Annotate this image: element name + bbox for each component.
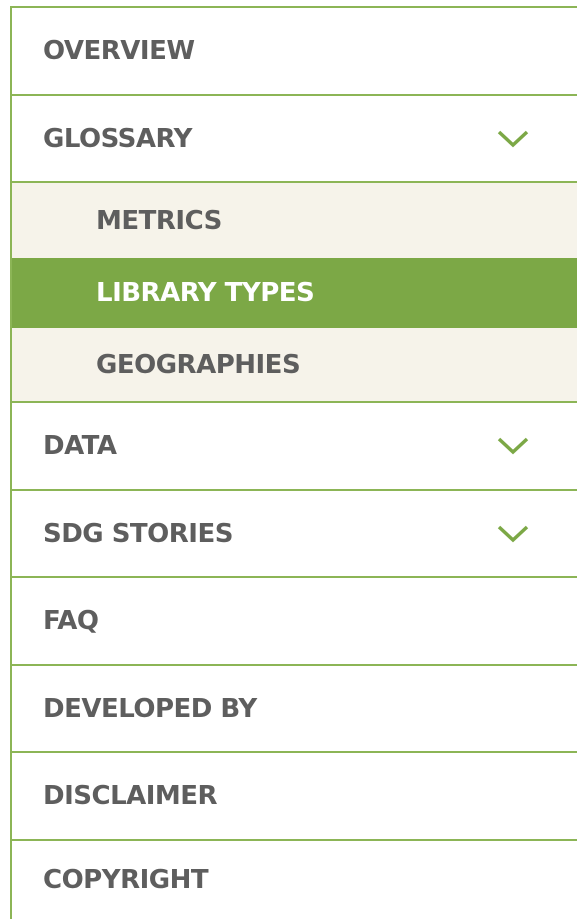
nav-item-copyright-label: COPYRIGHT — [43, 865, 209, 895]
nav-item-sdg-stories-label: SDG STORIES — [43, 518, 233, 549]
submenu-item-library-types-label: LIBRARY TYPES — [96, 278, 315, 308]
nav-item-glossary-label: GLOSSARY — [43, 123, 192, 154]
nav-item-overview[interactable]: OVERVIEW — [12, 8, 577, 96]
nav-item-glossary[interactable]: GLOSSARY — [12, 96, 577, 183]
chevron-down-icon[interactable] — [497, 130, 529, 148]
nav-item-faq[interactable]: FAQ — [12, 578, 577, 666]
nav-item-sdg-stories[interactable]: SDG STORIES — [12, 491, 577, 578]
nav-item-data-label: DATA — [43, 431, 117, 461]
nav-item-faq-label: FAQ — [43, 606, 99, 636]
submenu-item-metrics[interactable]: METRICS — [12, 183, 577, 258]
nav-item-disclaimer-label: DISCLAIMER — [43, 781, 218, 811]
nav-item-overview-label: OVERVIEW — [43, 36, 195, 66]
submenu-item-geographies[interactable]: GEOGRAPHIES — [12, 328, 577, 403]
side-navigation-menu: OVERVIEW GLOSSARY METRICS LIBRARY TYPES … — [10, 6, 577, 919]
nav-item-developed-by[interactable]: DEVELOPED BY — [12, 666, 577, 753]
submenu-item-metrics-label: METRICS — [96, 205, 222, 236]
submenu-item-geographies-label: GEOGRAPHIES — [96, 349, 301, 380]
nav-item-developed-by-label: DEVELOPED BY — [43, 693, 257, 724]
chevron-down-icon[interactable] — [497, 525, 529, 543]
chevron-down-icon[interactable] — [497, 437, 529, 455]
nav-item-disclaimer[interactable]: DISCLAIMER — [12, 753, 577, 841]
submenu-item-library-types[interactable]: LIBRARY TYPES — [12, 258, 577, 328]
nav-item-copyright[interactable]: COPYRIGHT — [12, 841, 577, 919]
nav-item-data[interactable]: DATA — [12, 403, 577, 491]
